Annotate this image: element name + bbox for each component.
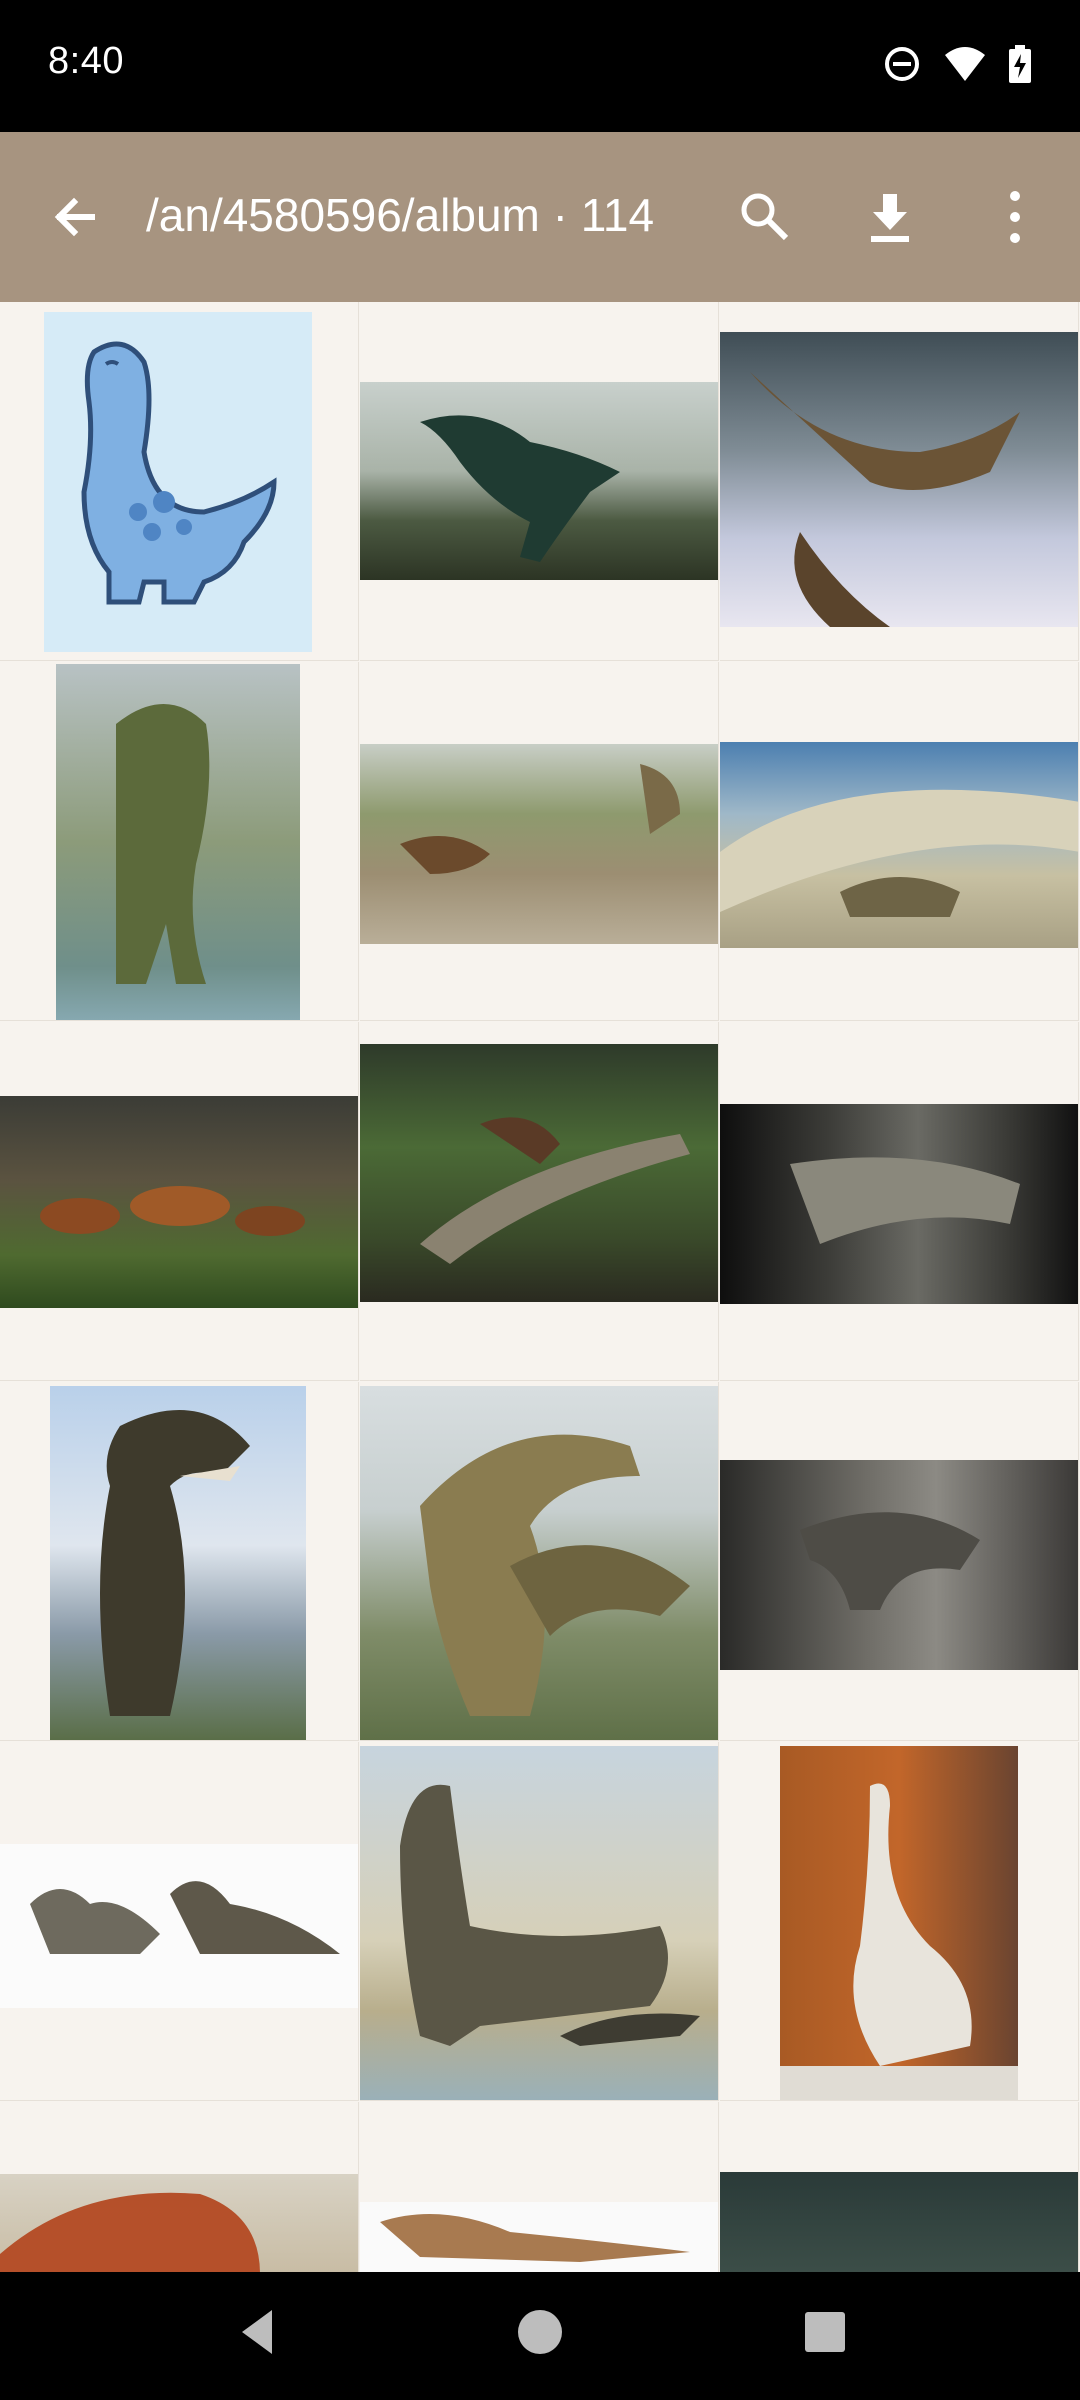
thumbnail[interactable] (720, 1742, 1079, 2101)
thumbnail[interactable] (0, 2102, 359, 2272)
wifi-icon (945, 47, 985, 81)
album-title: /an/4580596/album · 114 (146, 189, 655, 241)
thumbnail-image (360, 1044, 718, 1302)
nav-recents-icon[interactable] (800, 2302, 850, 2362)
thumbnail-image (720, 1104, 1078, 1304)
thumbnail[interactable] (360, 2102, 719, 2272)
thumbnail[interactable] (0, 302, 359, 661)
thumbnail[interactable] (0, 1382, 359, 1741)
thumbnail-image (0, 1096, 358, 1308)
battery-charging-icon (1009, 45, 1031, 83)
thumbnail-image (360, 1386, 718, 1740)
status-bar: 8:40 (0, 0, 1080, 132)
thumbnail[interactable] (720, 1382, 1079, 1741)
thumbnail[interactable] (360, 302, 719, 661)
thumbnail[interactable] (0, 1022, 359, 1381)
thumbnail[interactable] (720, 302, 1079, 661)
status-icons (882, 44, 1032, 84)
thumbnail-image (56, 664, 300, 1020)
thumbnail-image (360, 1746, 718, 2100)
search-icon[interactable] (730, 182, 800, 252)
thumbnail-image (720, 1460, 1078, 1670)
thumbnail-image (720, 742, 1078, 948)
thumbnail[interactable] (360, 1382, 719, 1741)
dinosaur-icon (81, 341, 277, 605)
do-not-disturb-icon (885, 47, 919, 81)
download-icon[interactable] (855, 182, 925, 252)
nav-back-icon[interactable] (232, 2302, 282, 2362)
thumbnail[interactable] (720, 662, 1079, 1021)
status-time: 8:40 (48, 40, 124, 82)
thumbnail[interactable] (360, 1742, 719, 2101)
thumbnail-image (50, 1386, 306, 1740)
thumbnail[interactable] (720, 1022, 1079, 1381)
thumbnail-image (720, 332, 1078, 627)
thumbnail-image (360, 2202, 718, 2272)
thumbnail[interactable] (0, 662, 359, 1021)
thumbnail-image (720, 2172, 1078, 2272)
thumbnail[interactable] (360, 662, 719, 1021)
more-vert-icon[interactable] (990, 182, 1040, 252)
nav-home-icon[interactable] (515, 2302, 565, 2362)
back-arrow-icon[interactable] (44, 182, 114, 252)
thumbnail-image (360, 382, 718, 580)
thumbnail-image (0, 1844, 358, 2008)
thumbnail-image (360, 744, 718, 944)
thumbnail-image (780, 1746, 1018, 2100)
thumbnail[interactable] (360, 1022, 719, 1381)
thumbnail-image (44, 312, 312, 652)
app-bar: /an/4580596/album · 114 (0, 132, 1080, 302)
thumbnail[interactable] (0, 1742, 359, 2101)
thumbnail-image (0, 2174, 358, 2272)
thumbnail[interactable] (720, 2102, 1079, 2272)
navigation-bar (0, 2272, 1080, 2400)
album-grid (0, 302, 1080, 2272)
